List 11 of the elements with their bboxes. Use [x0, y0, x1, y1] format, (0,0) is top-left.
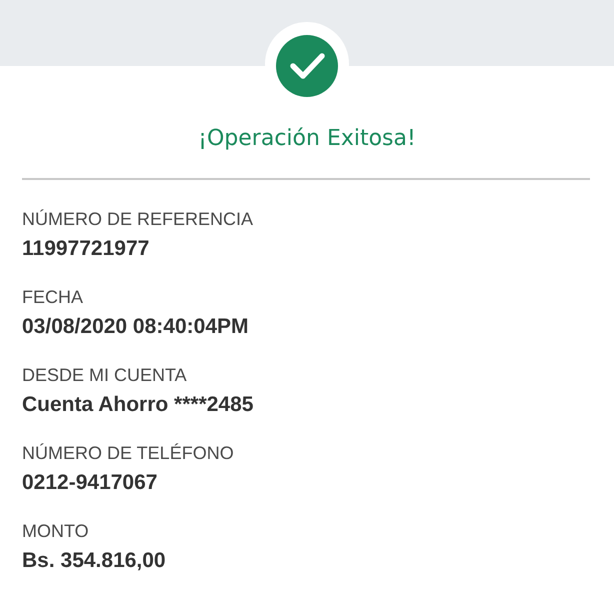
field-label: NÚMERO DE REFERENCIA [22, 208, 254, 231]
field-label: NÚMERO DE TELÉFONO [22, 442, 235, 465]
field-value: 11997721977 [22, 236, 150, 262]
success-title: ¡Operación Exitosa! [197, 126, 417, 153]
field-value: 0212-9417067 [22, 470, 158, 496]
field-value: 03/08/2020 08:40:04PM [22, 314, 250, 340]
field-label: MONTO [22, 520, 90, 543]
field-label: FECHA [22, 286, 84, 309]
field-value: Cuenta Ahorro ****2485 [22, 392, 254, 418]
field-value: Bs. 354.816,00 [22, 548, 167, 574]
field-label: DESDE MI CUENTA [22, 364, 188, 387]
